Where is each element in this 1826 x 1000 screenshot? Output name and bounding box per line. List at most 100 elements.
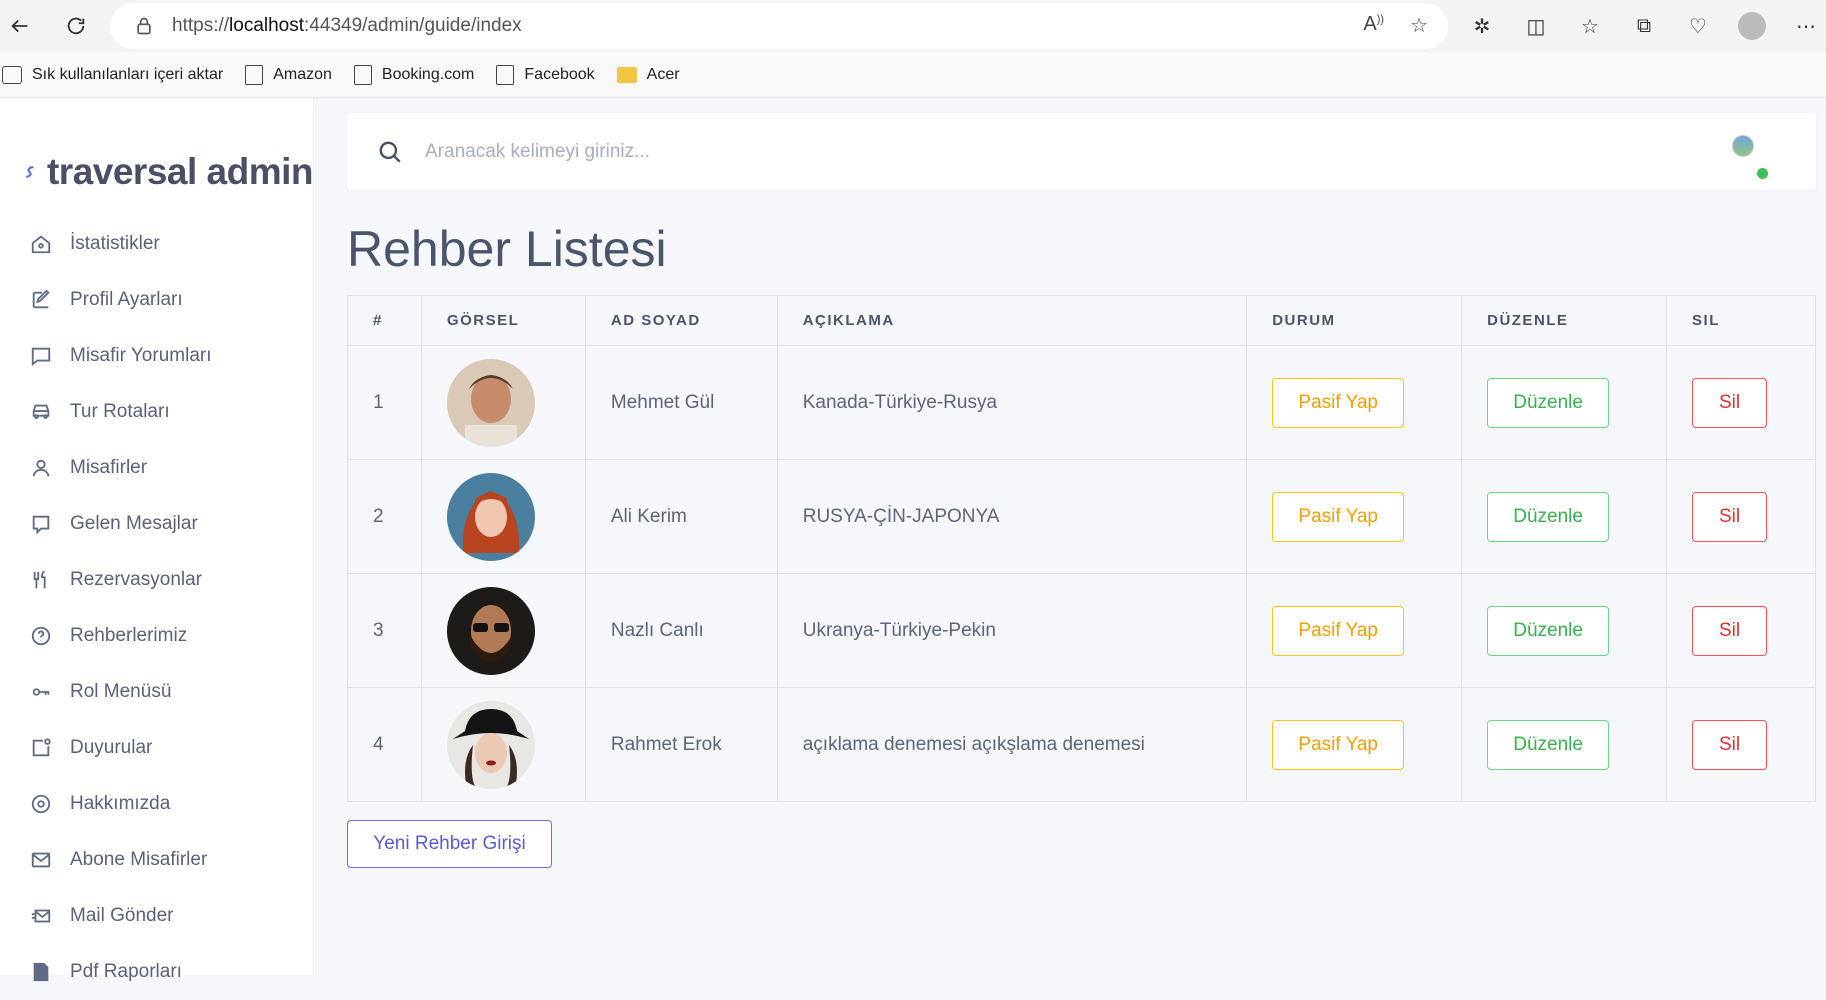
- cell-description: RUSYA-ÇİN-JAPONYA: [776, 459, 1248, 574]
- sidebar-item-istatistikler[interactable]: İstatistikler: [0, 216, 313, 272]
- cell-name: Rahmet Erok: [584, 687, 778, 802]
- read-aloud-icon[interactable]: A)): [1363, 13, 1384, 38]
- guide-photo: [446, 700, 535, 789]
- cell-description: açıklama denemesi açıkşlama denemesi: [776, 687, 1248, 802]
- car-icon: [30, 401, 52, 423]
- cell-edit: Düzenle: [1461, 687, 1668, 802]
- key-icon: [30, 681, 52, 703]
- refresh-button[interactable]: [58, 8, 94, 44]
- sidebar-item-yorumlar[interactable]: Misafir Yorumları: [0, 328, 313, 384]
- cell-photo: [420, 345, 586, 460]
- delete-button[interactable]: Sil: [1692, 605, 1768, 656]
- sidebar-item-rehberlerimiz[interactable]: Rehberlerimiz: [0, 608, 313, 664]
- guide-photo: [446, 472, 535, 561]
- sidebar-item-hakkimizda[interactable]: Hakkımızda: [0, 776, 313, 832]
- col-header-delete: SIL: [1666, 295, 1816, 346]
- sidebar: traversal admin İstatistikler Profil Aya…: [0, 98, 314, 982]
- cell-id: 1: [347, 345, 422, 460]
- col-header-name: AD SOYAD: [584, 295, 778, 346]
- bookmark-facebook[interactable]: Facebook: [496, 64, 595, 85]
- edit-button[interactable]: Düzenle: [1487, 605, 1610, 656]
- avatar-image-icon: [1732, 135, 1754, 157]
- sidebar-item-mail-gonder[interactable]: Mail Gönder: [0, 888, 313, 944]
- split-screen-icon[interactable]: ◫: [1520, 10, 1552, 42]
- cell-photo: [420, 687, 586, 802]
- import-icon: [2, 65, 22, 84]
- url-text: https://localhost:44349/admin/guide/inde…: [172, 15, 522, 36]
- sidebar-item-duyurular[interactable]: Duyurular: [0, 720, 313, 776]
- user-avatar[interactable]: [1732, 135, 1768, 179]
- edit-button[interactable]: Düzenle: [1487, 491, 1610, 542]
- guide-photo: [446, 586, 535, 675]
- cell-status: Pasif Yap: [1246, 573, 1463, 688]
- page-icon: [245, 64, 264, 85]
- page-icon: [496, 64, 515, 85]
- table-row: 2 Ali Kerim RUSYA-ÇİN-JAPONYA Pasif Yap …: [347, 459, 1816, 574]
- profile-button[interactable]: [1736, 10, 1768, 42]
- deactivate-button[interactable]: Pasif Yap: [1272, 719, 1405, 770]
- cell-delete: Sil: [1666, 687, 1816, 802]
- delete-button[interactable]: Sil: [1692, 377, 1768, 428]
- bookmarks-bar: Sık kullanılanları içeri aktar Amazon Bo…: [0, 52, 1826, 98]
- cell-edit: Düzenle: [1461, 459, 1668, 574]
- edit-button[interactable]: Düzenle: [1487, 719, 1610, 770]
- comment-icon: [30, 345, 52, 367]
- message-icon: [30, 513, 52, 535]
- browser-toolbar: https://localhost:44349/admin/guide/inde…: [0, 0, 1826, 52]
- help-icon: [30, 625, 52, 647]
- sidebar-item-misafirler[interactable]: Misafirler: [0, 440, 313, 496]
- browser-essentials-icon[interactable]: ♡: [1682, 10, 1714, 42]
- col-header-edit: DÜZENLE: [1461, 295, 1668, 346]
- back-button[interactable]: [2, 8, 38, 44]
- sidebar-item-abone-misafirler[interactable]: Abone Misafirler: [0, 832, 313, 888]
- cell-id: 3: [347, 573, 422, 688]
- guide-table: # GÖRSEL AD SOYAD AÇIKLAMA DURUM DÜZENLE…: [347, 295, 1816, 802]
- utensils-icon: [30, 569, 52, 591]
- search-input[interactable]: [425, 140, 1225, 163]
- sidebar-item-rol-menusu[interactable]: Rol Menüsü: [0, 664, 313, 720]
- cell-id: 4: [347, 687, 422, 802]
- extensions-icon[interactable]: ✲: [1466, 10, 1498, 42]
- online-status-dot: [1757, 168, 1768, 179]
- bookmark-booking[interactable]: Booking.com: [353, 64, 474, 85]
- page-icon: [353, 64, 372, 85]
- favorite-star-icon[interactable]: ☆: [1410, 13, 1428, 38]
- delete-button[interactable]: Sil: [1692, 491, 1768, 542]
- edit-button[interactable]: Düzenle: [1487, 377, 1610, 428]
- bookmark-acer[interactable]: Acer: [616, 66, 680, 84]
- favorites-icon[interactable]: ☆: [1574, 10, 1606, 42]
- table-row: 1 Mehmet Gül Kanada-Türkiye-Rusya Pasif …: [347, 345, 1816, 460]
- sidebar-item-profil[interactable]: Profil Ayarları: [0, 272, 313, 328]
- brand[interactable]: traversal admin: [0, 98, 314, 208]
- mail-icon: [30, 849, 52, 871]
- collections-icon[interactable]: ⧉: [1628, 10, 1660, 42]
- new-guide-button[interactable]: Yeni Rehber Girişi: [347, 820, 552, 868]
- send-mail-icon: [30, 905, 52, 927]
- announcement-icon: [30, 737, 52, 759]
- sidebar-item-mesajlar[interactable]: Gelen Mesajlar: [0, 496, 313, 552]
- bookmark-amazon[interactable]: Amazon: [245, 64, 332, 85]
- cell-photo: [420, 459, 586, 574]
- delete-button[interactable]: Sil: [1692, 719, 1768, 770]
- cell-edit: Düzenle: [1461, 345, 1668, 460]
- more-options-icon[interactable]: ⋯: [1790, 10, 1822, 42]
- deactivate-button[interactable]: Pasif Yap: [1272, 605, 1405, 656]
- home-icon: [30, 233, 52, 255]
- arrow-left-icon: [11, 19, 28, 33]
- address-bar[interactable]: https://localhost:44349/admin/guide/inde…: [110, 3, 1448, 49]
- cell-status: Pasif Yap: [1246, 687, 1463, 802]
- cell-description: Ukranya-Türkiye-Pekin: [776, 573, 1248, 688]
- sidebar-item-tur-rotalari[interactable]: Tur Rotaları: [0, 384, 313, 440]
- guide-table-container: # GÖRSEL AD SOYAD AÇIKLAMA DURUM DÜZENLE…: [347, 295, 1816, 802]
- brand-name: traversal admin: [46, 151, 314, 192]
- table-row: 4 Rahmet Erok açıklama denemesi açıkşlam…: [347, 687, 1816, 802]
- deactivate-button[interactable]: Pasif Yap: [1272, 491, 1405, 542]
- sidebar-item-rezervasyonlar[interactable]: Rezervasyonlar: [0, 552, 313, 608]
- sidebar-item-pdf-raporlari[interactable]: Pdf Raporları: [0, 944, 313, 1000]
- cell-edit: Düzenle: [1461, 573, 1668, 688]
- bookmark-import[interactable]: Sık kullanılanları içeri aktar: [2, 65, 223, 84]
- page-title: Rehber Listesi: [347, 221, 667, 277]
- top-search-bar: [347, 113, 1816, 190]
- cell-description: Kanada-Türkiye-Rusya: [776, 345, 1248, 460]
- deactivate-button[interactable]: Pasif Yap: [1272, 377, 1405, 428]
